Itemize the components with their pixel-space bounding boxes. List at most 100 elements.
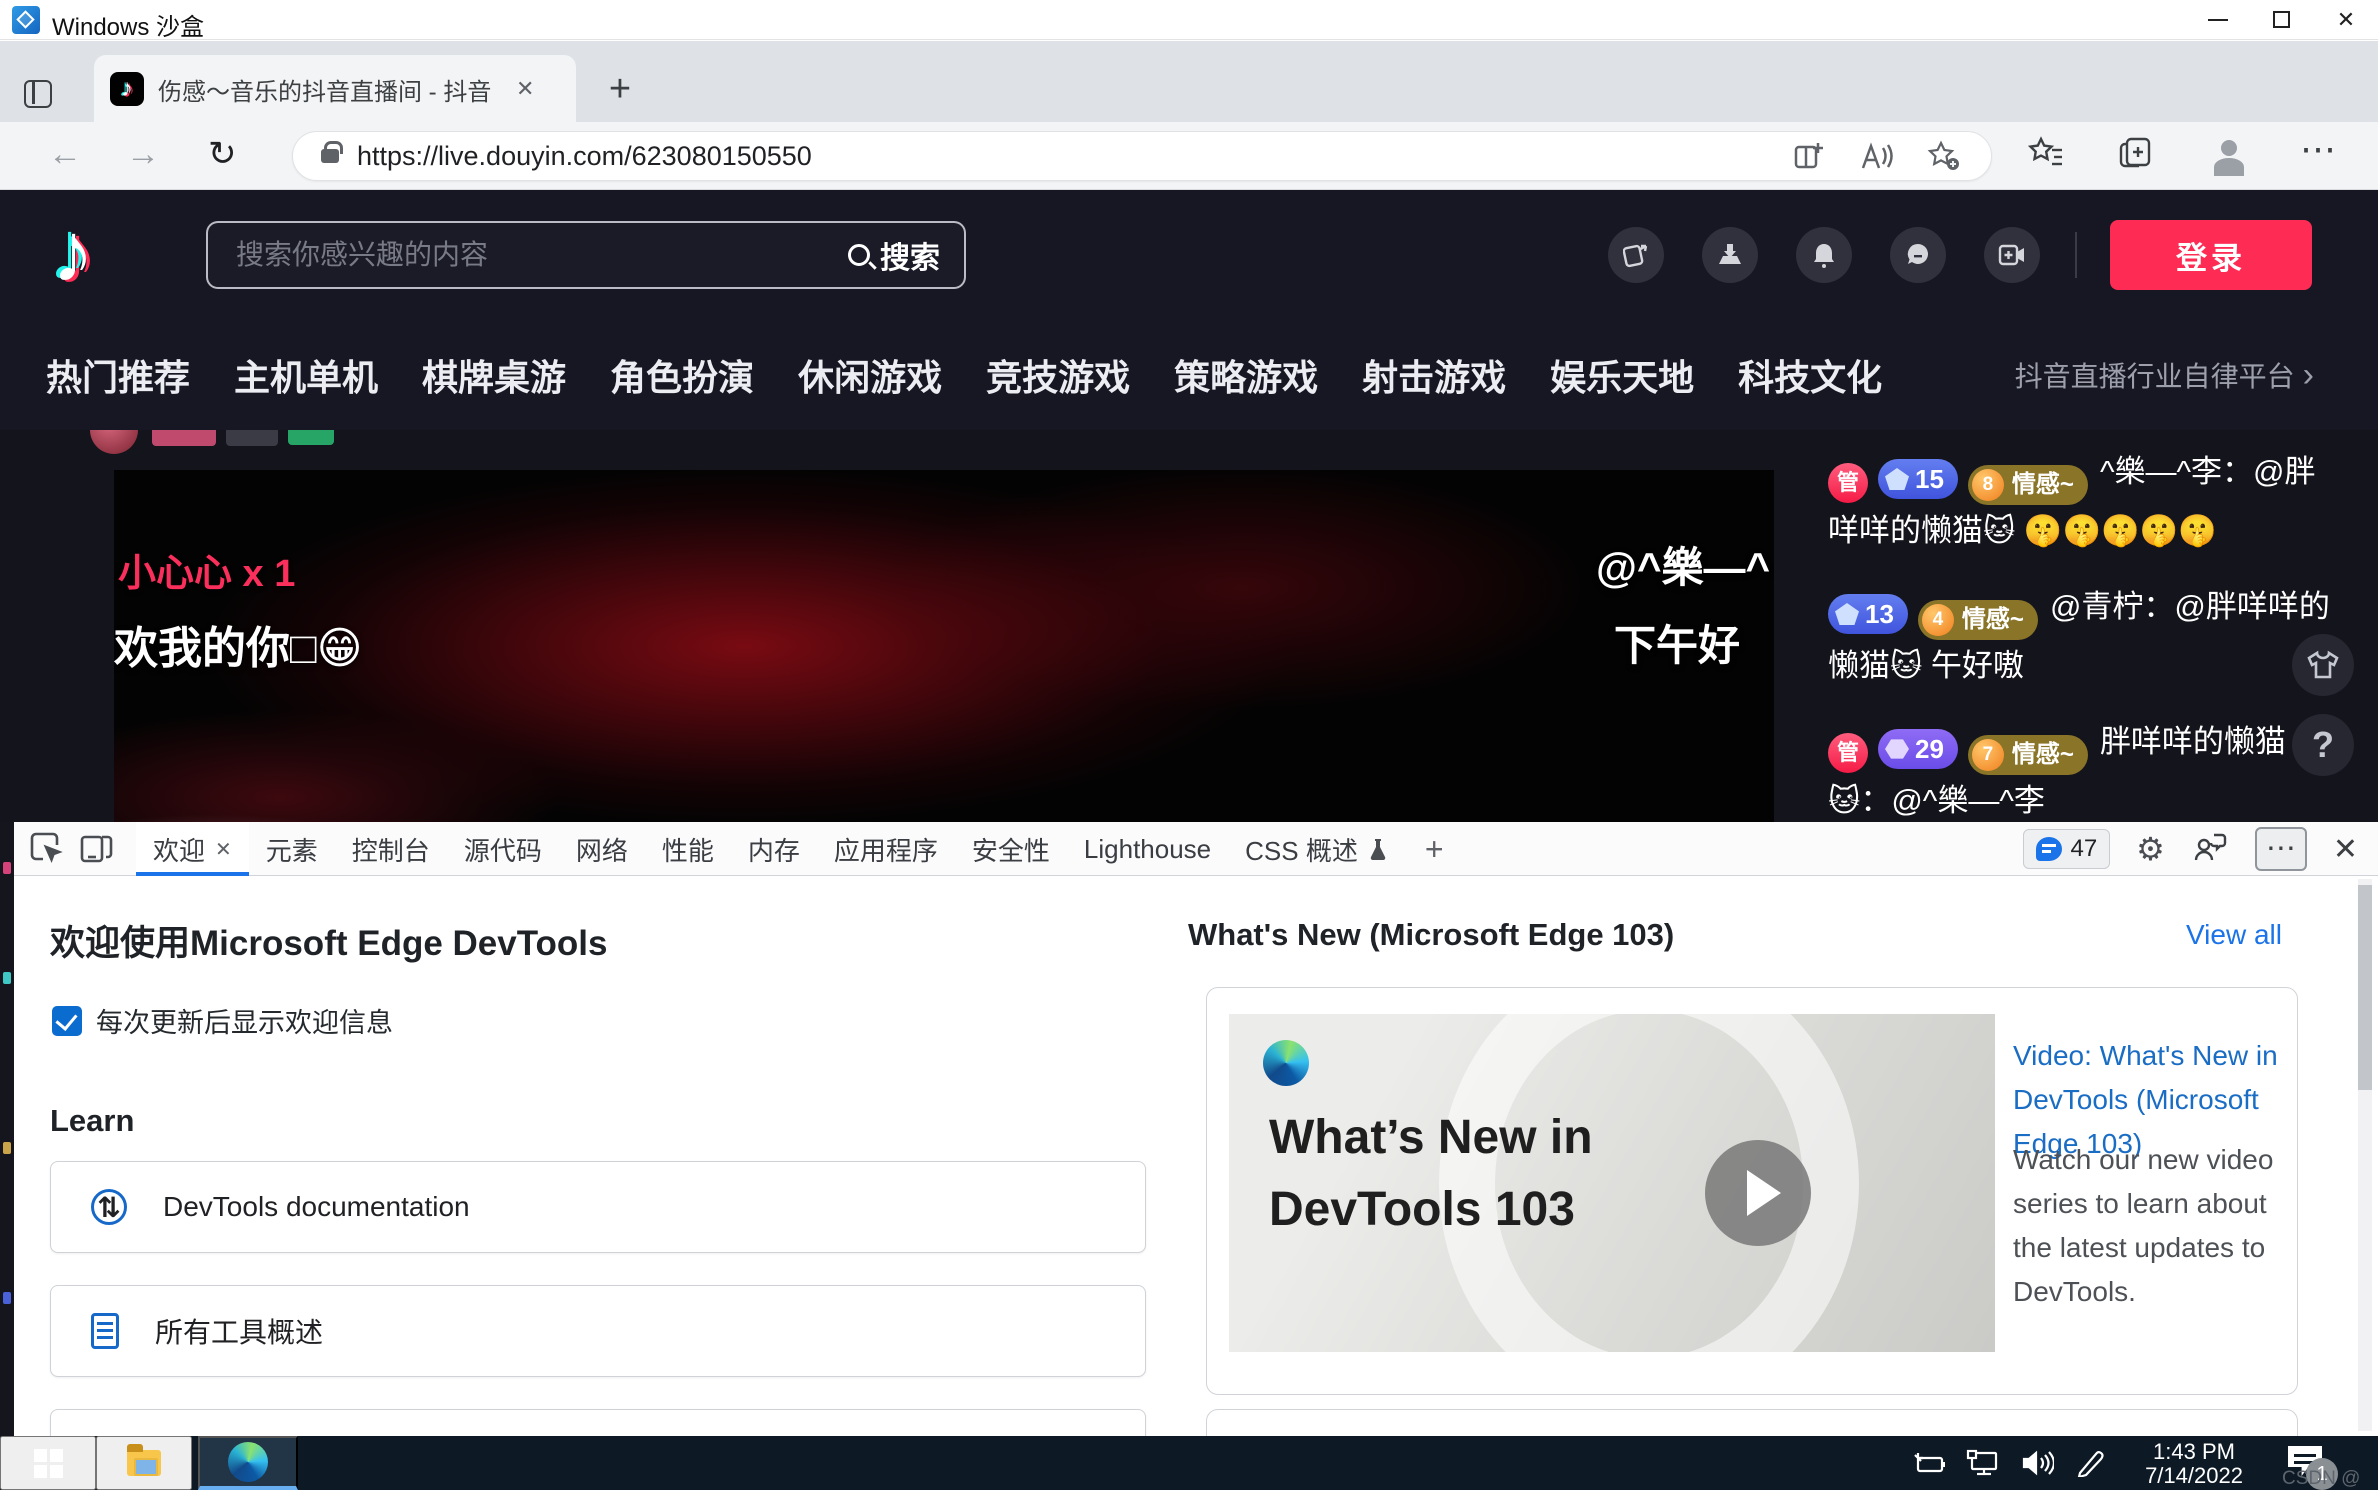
add-favorite-icon[interactable] [1927, 140, 1961, 172]
file-explorer-button[interactable] [96, 1436, 192, 1490]
nav-item-entertainment[interactable]: 娱乐天地 [1550, 349, 1694, 401]
network-icon[interactable] [1966, 1449, 2000, 1477]
tab-security[interactable]: 安全性 [955, 822, 1067, 876]
nav-item-casual[interactable]: 休闲游戏 [798, 349, 942, 401]
start-button[interactable] [0, 1436, 96, 1490]
download-icon[interactable] [1702, 227, 1758, 283]
header-divider [2075, 232, 2077, 278]
battery-icon[interactable] [1912, 1449, 1946, 1477]
nav-item-competitive[interactable]: 竞技游戏 [986, 349, 1130, 401]
view-all-link[interactable]: View all [2186, 919, 2282, 951]
tab-application[interactable]: 应用程序 [817, 822, 955, 876]
taskbar-clock[interactable]: 1:43 PM 7/14/2022 [2124, 1440, 2264, 1488]
minimize-icon [2208, 19, 2228, 21]
documentation-icon: ⇅ [91, 1189, 127, 1225]
level-badge: 29 [1878, 729, 1958, 769]
gift-banner: 小心心 x 1 [118, 542, 295, 597]
tab-sources[interactable]: 源代码 [447, 822, 559, 876]
screencast-icon[interactable] [1608, 227, 1664, 283]
new-tab-button[interactable]: + [598, 67, 642, 111]
nav-item-console[interactable]: 主机单机 [234, 349, 378, 401]
show-welcome-checkbox[interactable]: 每次更新后显示欢迎信息 [52, 1001, 393, 1040]
nav-item-hot[interactable]: 热门推荐 [46, 349, 190, 401]
help-button[interactable]: ? [2292, 714, 2354, 776]
nav-item-boardgames[interactable]: 棋牌桌游 [422, 349, 566, 401]
inspect-element-icon[interactable] [26, 830, 66, 868]
device-toolbar-icon[interactable] [76, 830, 116, 868]
devtools-settings-icon[interactable]: ⚙ [2136, 830, 2165, 868]
titlebar: Windows 沙盒 ✕ [0, 0, 2378, 40]
card-clipped[interactable] [50, 1409, 1146, 1436]
experiment-flask-icon [1368, 837, 1388, 861]
scrollbar-thumb[interactable] [2358, 885, 2372, 1090]
upload-video-icon[interactable] [1984, 227, 2040, 283]
live-chat-panel: 管158情感~^樂—^李：@胖咩咩的懒猫🐱 🤫🤫🤫🤫🤫 134情感~@青柠：@胖… [1828, 446, 2336, 822]
tab-memory[interactable]: 内存 [731, 822, 817, 876]
more-tools-button[interactable]: + [1405, 822, 1464, 876]
devtools-menu-button[interactable]: ⋯ [2255, 827, 2307, 871]
feedback-icon[interactable] [2191, 830, 2229, 868]
issues-icon [2036, 837, 2062, 861]
url-text[interactable]: https://live.douyin.com/623080150550 [357, 141, 1793, 172]
chevron-right-icon: › [2303, 356, 2314, 395]
nav-item-shooter[interactable]: 射击游戏 [1362, 349, 1506, 401]
nav-item-strategy[interactable]: 策略游戏 [1174, 349, 1318, 401]
read-aloud-icon[interactable] [1859, 140, 1893, 172]
tab-console[interactable]: 控制台 [335, 822, 447, 876]
tshirt-icon [2306, 650, 2340, 680]
devtools-panel: 欢迎✕ 元素 控制台 源代码 网络 性能 内存 应用程序 安全性 Lightho… [14, 822, 2378, 1436]
level-badge: 15 [1878, 459, 1958, 499]
pen-icon[interactable] [2074, 1449, 2104, 1477]
login-button[interactable]: 登录 [2110, 220, 2312, 290]
back-button[interactable]: ← [48, 134, 82, 174]
tab-close-icon[interactable]: ✕ [215, 837, 232, 862]
douyin-header: ♪ 搜索 登录 [0, 190, 2378, 320]
split-screen-icon[interactable] [1793, 140, 1825, 172]
clock-date: 7/14/2022 [2124, 1464, 2264, 1488]
favorites-icon[interactable] [2028, 136, 2064, 173]
edge-taskbar-button[interactable] [198, 1436, 298, 1490]
notifications-bell-icon[interactable] [1796, 227, 1852, 283]
tab-network[interactable]: 网络 [559, 822, 645, 876]
devtools-close-button[interactable]: ✕ [2333, 832, 2358, 867]
card-tools-overview[interactable]: 所有工具概述 [50, 1285, 1146, 1377]
tab-lighthouse[interactable]: Lighthouse [1067, 822, 1228, 876]
nav-item-tech[interactable]: 科技文化 [1738, 349, 1882, 401]
edge-logo-icon [1263, 1040, 1309, 1086]
tab-performance[interactable]: 性能 [645, 822, 731, 876]
devtools-welcome-page: 欢迎使用Microsoft Edge DevTools 每次更新后显示欢迎信息 … [14, 877, 2378, 1436]
settings-menu-button[interactable]: ⋯ [2300, 128, 2337, 170]
play-button-icon[interactable] [1705, 1140, 1811, 1246]
card-devtools-documentation[interactable]: ⇅ DevTools documentation [50, 1161, 1146, 1253]
issues-counter-button[interactable]: 47 [2023, 829, 2110, 869]
tab-welcome[interactable]: 欢迎✕ [136, 822, 249, 876]
video-thumbnail[interactable]: What’s New in DevTools 103 [1229, 1014, 1995, 1352]
browser-tabstrip: ♪ 伤感～音乐的抖音直播间 - 抖音 ✕ + [0, 41, 2378, 122]
industry-self-discipline-link[interactable]: 抖音直播行业自律平台 › [2015, 355, 2314, 395]
dress-up-button[interactable] [2292, 634, 2354, 696]
tab-actions-button[interactable] [18, 77, 60, 113]
heart-level-icon: 7 [1972, 739, 2004, 771]
tab-css-overview[interactable]: CSS 概述 [1228, 822, 1405, 876]
window-maximize-button[interactable] [2250, 0, 2314, 40]
search-input[interactable] [208, 239, 848, 271]
collections-icon[interactable] [2118, 136, 2154, 173]
live-video-player[interactable]: 小心心 x 1 欢我的你□😁 @^樂—^ 下午好 [114, 470, 1774, 822]
system-tray [1912, 1436, 2104, 1490]
reload-button[interactable]: ↻ [208, 134, 237, 174]
window-minimize-button[interactable] [2186, 0, 2250, 40]
forward-button[interactable]: → [126, 134, 160, 174]
window-close-button[interactable]: ✕ [2314, 0, 2378, 40]
search-button[interactable]: 搜索 [848, 233, 964, 277]
tab-close-button[interactable]: ✕ [516, 76, 534, 102]
address-bar[interactable]: https://live.douyin.com/623080150550 [292, 131, 1992, 181]
tab-elements[interactable]: 元素 [249, 822, 335, 876]
checkbox-checked-icon[interactable] [52, 1006, 82, 1036]
messages-icon[interactable] [1890, 227, 1946, 283]
window-controls: ✕ [2186, 0, 2378, 40]
gem-icon [1835, 603, 1859, 625]
browser-tab-douyin[interactable]: ♪ 伤感～音乐的抖音直播间 - 抖音 ✕ [94, 55, 576, 123]
folder-icon [127, 1450, 161, 1476]
nav-item-roleplay[interactable]: 角色扮演 [610, 349, 754, 401]
volume-icon[interactable] [2020, 1449, 2054, 1477]
